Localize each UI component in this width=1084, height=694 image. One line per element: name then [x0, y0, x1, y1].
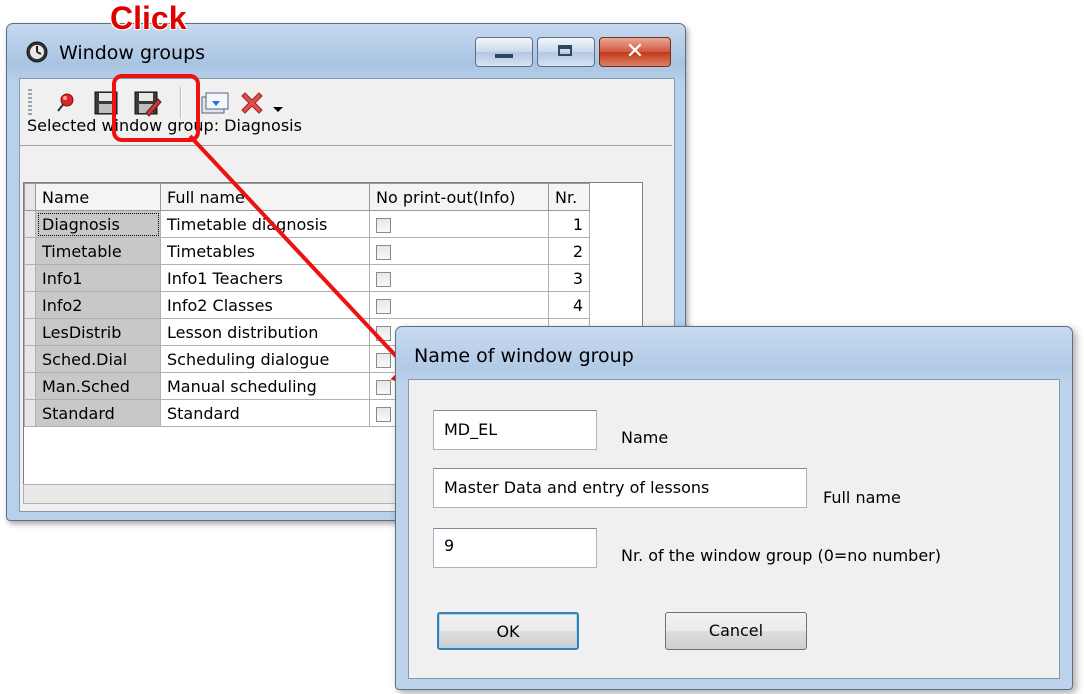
nr-label: Nr. of the window group (0=no number) — [621, 546, 941, 565]
dialog-title: Name of window group — [414, 345, 634, 367]
name-field[interactable]: MD_EL — [433, 410, 597, 450]
name-label: Name — [621, 428, 669, 447]
dialog-body: MD_EL Name Master Data and entry of less… — [408, 379, 1060, 679]
nr-field[interactable]: 9 — [433, 528, 597, 568]
full-name-label: Full name — [823, 488, 901, 507]
name-of-window-group-dialog: Name of window group MD_EL Name Master D… — [395, 326, 1073, 690]
cancel-button[interactable]: Cancel — [665, 612, 807, 650]
full-name-field[interactable]: Master Data and entry of lessons — [433, 468, 807, 508]
ok-button[interactable]: OK — [437, 612, 579, 650]
